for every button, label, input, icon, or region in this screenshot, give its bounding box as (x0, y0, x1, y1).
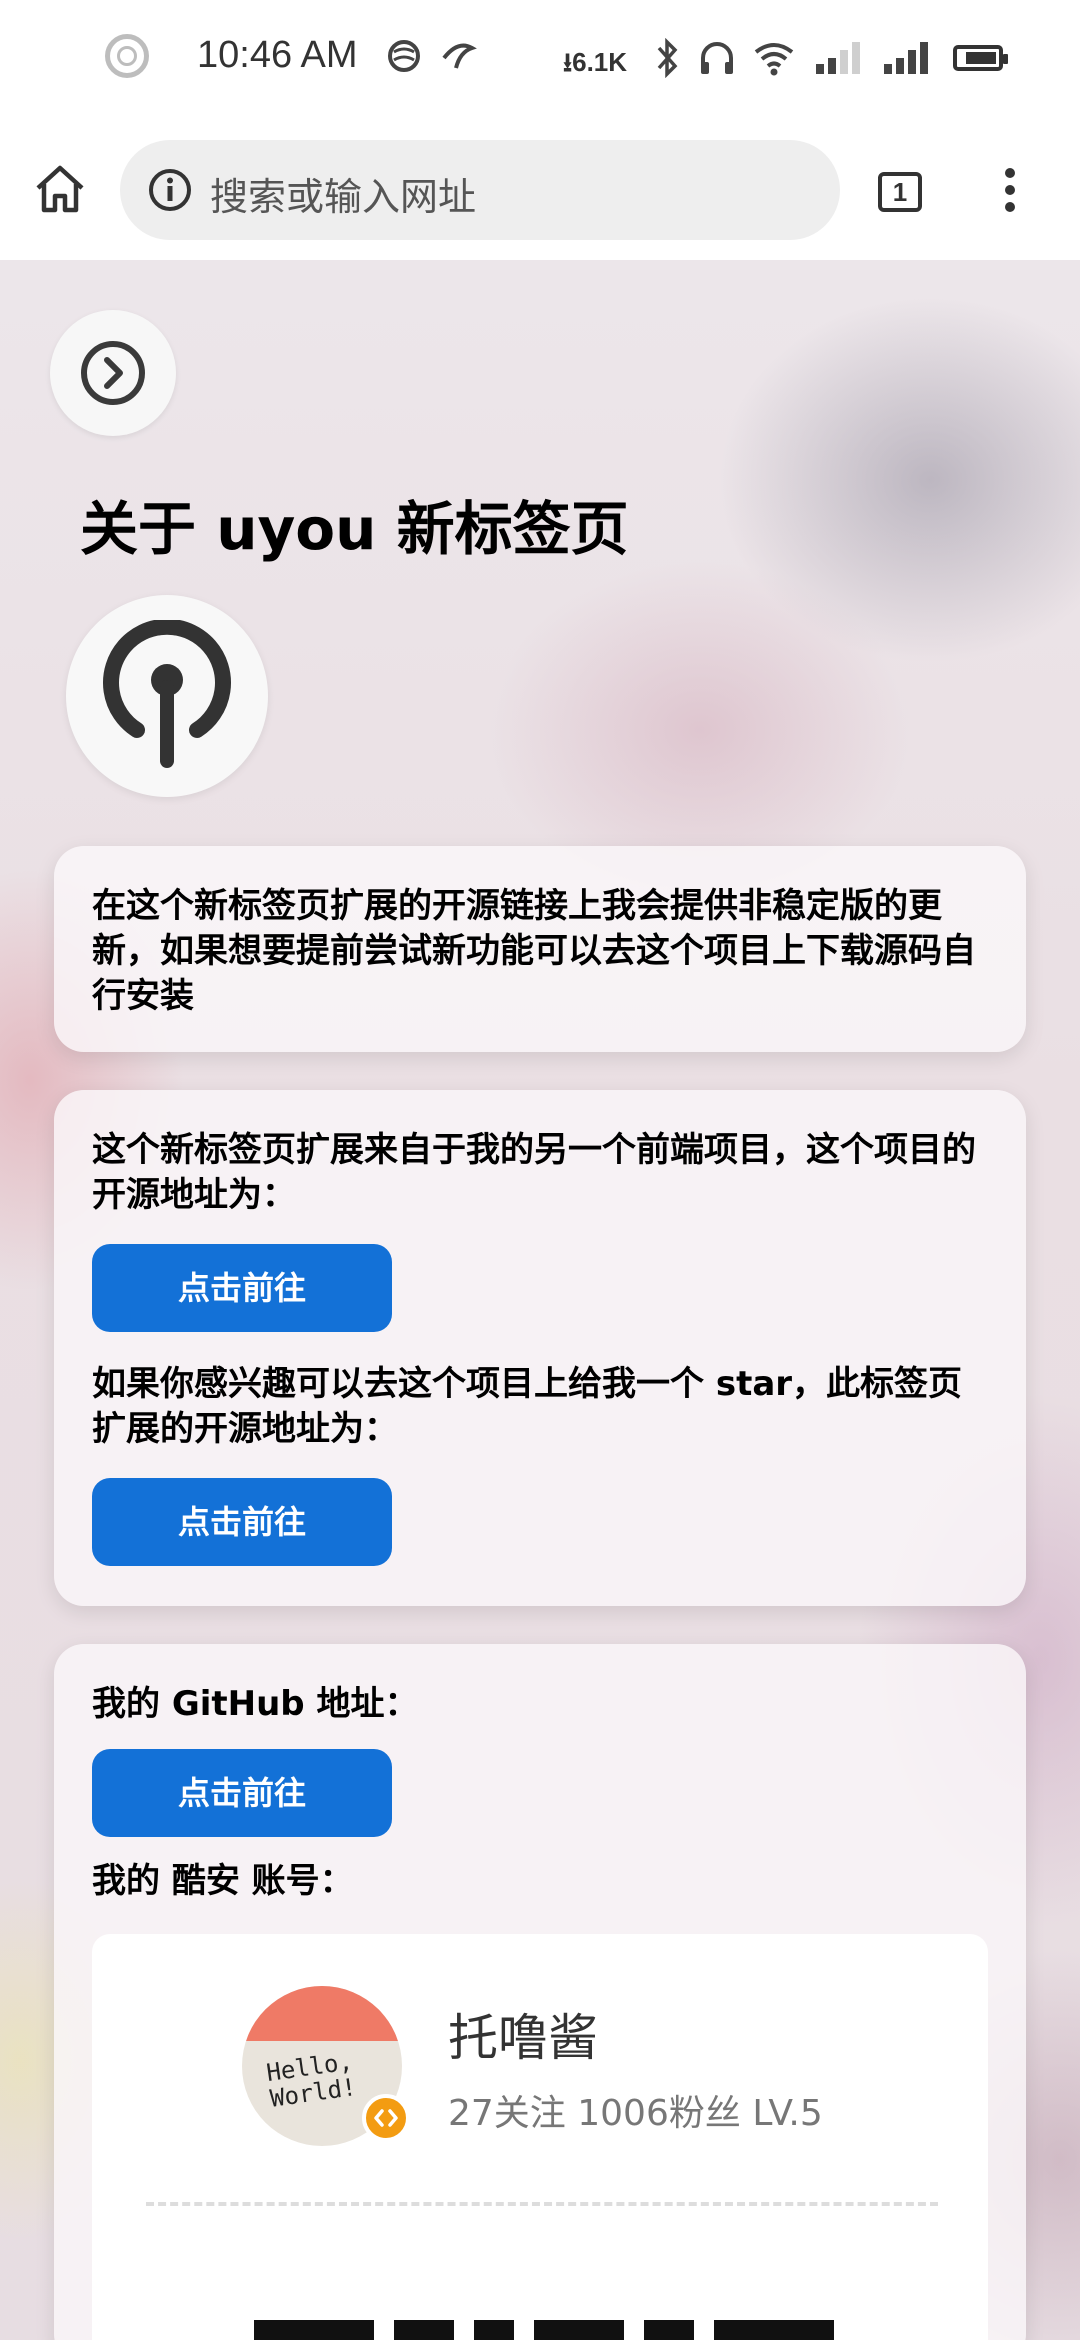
github-label: 我的 GitHub 地址： (92, 1684, 419, 1724)
bluetooth-icon (655, 37, 681, 87)
coolapk-profile-card[interactable]: Hello, World! 托噜酱 27关注 1006粉丝 LV.5 (92, 1934, 988, 2340)
info-card-source: 这个新标签页扩展来自于我的另一个前端项目，这个项目的开源地址为： 点击前往 如果… (54, 1090, 1026, 1606)
more-menu-button[interactable] (1000, 168, 1020, 216)
status-time: 10:46 AM (197, 34, 358, 76)
info-card-unstable: 在这个新标签页扩展的开源链接上我会提供非稳定版的更新，如果想要提前尝试新功能可以… (54, 846, 1026, 1052)
qr-code (254, 2320, 834, 2340)
extension-source-link-button[interactable]: 点击前往 (92, 1478, 392, 1566)
page-title: 关于 uyou 新标签页 (80, 495, 629, 563)
avatar-text: Hello, World! (264, 2047, 359, 2113)
tab-switcher-button[interactable]: 1 (878, 172, 922, 212)
profile-name: 托噜酱 (448, 2009, 598, 2067)
page-content: 关于 uyou 新标签页 在这个新标签页扩展的开源链接上我会提供非稳定版的更新，… (0, 260, 1080, 2340)
headphones-icon (697, 38, 737, 87)
download-speed: ⭳6.1K (563, 47, 628, 77)
info-icon[interactable] (148, 168, 192, 212)
carrier-icon (386, 38, 422, 83)
profile-stats: 27关注 1006粉丝 LV.5 (448, 2093, 823, 2134)
unstable-info-text: 在这个新标签页扩展的开源链接上我会提供非稳定版的更新，如果想要提前尝试新功能可以… (92, 886, 976, 1016)
uyou-logo-icon (103, 620, 231, 768)
address-placeholder: 搜索或输入网址 (210, 175, 477, 219)
menu-dot-icon (1005, 185, 1015, 195)
download-arrow-icon: ⭳ (563, 47, 573, 77)
signal-2-icon (884, 38, 928, 74)
address-bar[interactable]: 搜索或输入网址 (120, 140, 840, 240)
home-icon (36, 165, 84, 213)
menu-dot-icon (1005, 202, 1015, 212)
developer-badge-icon (362, 2094, 410, 2142)
info-card-accounts: 我的 GitHub 地址： 点击前往 我的 酷安 账号： Hello, Worl… (54, 1644, 1026, 2340)
battery-icon (953, 45, 1008, 71)
wifi-icon (752, 38, 796, 87)
notification-ring-icon (105, 34, 149, 78)
app-logo (66, 595, 268, 797)
telecom-icon (438, 38, 478, 83)
coolapk-label: 我的 酷安 账号： (92, 1861, 354, 1901)
origin-project-text: 这个新标签页扩展来自于我的另一个前端项目，这个项目的开源地址为： (92, 1130, 976, 1215)
status-bar: 10:46 AM ⭳6.1K (0, 0, 1080, 120)
divider (146, 2202, 938, 2206)
signal-1-icon (816, 38, 860, 74)
origin-project-link-button[interactable]: 点击前往 (92, 1244, 392, 1332)
extension-source-text: 如果你感兴趣可以去这个项目上给我一个 star，此标签页扩展的开源地址为： (92, 1364, 963, 1449)
menu-dot-icon (1005, 168, 1015, 178)
back-button[interactable] (50, 310, 176, 436)
github-link-button[interactable]: 点击前往 (92, 1749, 392, 1837)
browser-toolbar: 搜索或输入网址 1 (0, 120, 1080, 260)
home-button[interactable] (30, 160, 90, 220)
chevron-right-circle-icon (81, 341, 145, 405)
